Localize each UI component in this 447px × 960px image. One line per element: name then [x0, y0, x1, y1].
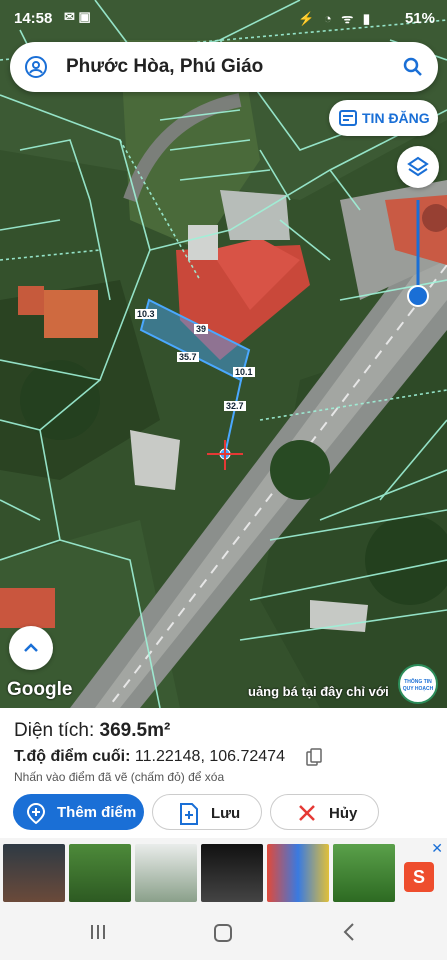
area-row: Diện tích: 369.5m²	[14, 720, 171, 741]
delete-hint: Nhấn vào điểm đã vẽ (chấm đỏ) để xóa	[14, 770, 225, 784]
coord-row: T.độ điểm cuối: 11.22148, 106.72474	[14, 748, 285, 765]
android-nav-bar	[0, 908, 447, 960]
segment-length-label: 32.7	[224, 401, 246, 411]
layers-button[interactable]	[397, 146, 439, 188]
ad-thumbnail[interactable]	[69, 844, 131, 902]
home-icon[interactable]	[212, 922, 234, 949]
save-file-icon	[179, 803, 199, 829]
add-point-button[interactable]: Thêm điểm	[13, 794, 144, 830]
tin-dang-label: TIN ĐĂNG	[362, 110, 430, 126]
segment-length-label: 39	[194, 324, 209, 334]
segment-length-label: 10.3	[135, 309, 157, 319]
battery-level: 51%	[404, 10, 435, 27]
area-value: 369.5m²	[99, 720, 171, 741]
location-pin-icon	[24, 55, 48, 84]
copy-icon[interactable]	[306, 748, 322, 771]
search-bar[interactable]: Phước Hòa, Phú Giáo	[10, 42, 438, 92]
system-icons: ⚡ ◔ ᯤ ▮	[298, 11, 373, 26]
search-location-text: Phước Hòa, Phú Giáo	[66, 56, 264, 77]
search-icon[interactable]	[402, 56, 424, 83]
ad-banner[interactable]: ✕ S	[0, 838, 447, 908]
close-icon	[297, 803, 317, 827]
notification-icons: ✉ ▣	[64, 9, 91, 24]
collapse-up-button[interactable]	[9, 626, 53, 670]
add-location-icon	[25, 802, 47, 828]
ad-thumbnail[interactable]	[201, 844, 263, 902]
recents-icon[interactable]	[88, 922, 108, 947]
back-icon[interactable]	[340, 922, 358, 947]
ad-overlay-text: uảng bá tại đây chỉ với	[248, 684, 389, 699]
ad-thumbnail[interactable]	[3, 844, 65, 902]
listing-icon	[339, 110, 357, 129]
google-logo: Google	[7, 679, 73, 700]
ad-close-icon[interactable]: ✕	[431, 840, 443, 857]
shopee-logo[interactable]: S	[404, 862, 434, 892]
coord-value: 11.22148, 106.72474	[134, 748, 285, 765]
tin-dang-button[interactable]: TIN ĐĂNG	[329, 100, 438, 136]
chevron-up-icon	[24, 643, 38, 652]
ad-thumbnail[interactable]	[267, 844, 329, 902]
segment-length-label: 35.7	[177, 352, 199, 362]
segment-length-label: 10.1	[233, 367, 255, 377]
save-button[interactable]: Lưu	[152, 794, 262, 830]
ad-thumbnail[interactable]	[333, 844, 395, 902]
ad-thumbnail[interactable]	[135, 844, 197, 902]
measurement-panel: Diện tích: 369.5m² T.độ điểm cuối: 11.22…	[0, 708, 447, 838]
status-time: 14:58	[14, 10, 53, 27]
cancel-button[interactable]: Hủy	[270, 794, 379, 830]
status-bar: 14:58 ✉ ▣ ⚡ ◔ ᯤ ▮ 51%	[0, 0, 447, 36]
layers-icon	[407, 156, 429, 177]
planning-info-badge[interactable]: THÔNG TIN QUY HOẠCH	[398, 664, 438, 704]
